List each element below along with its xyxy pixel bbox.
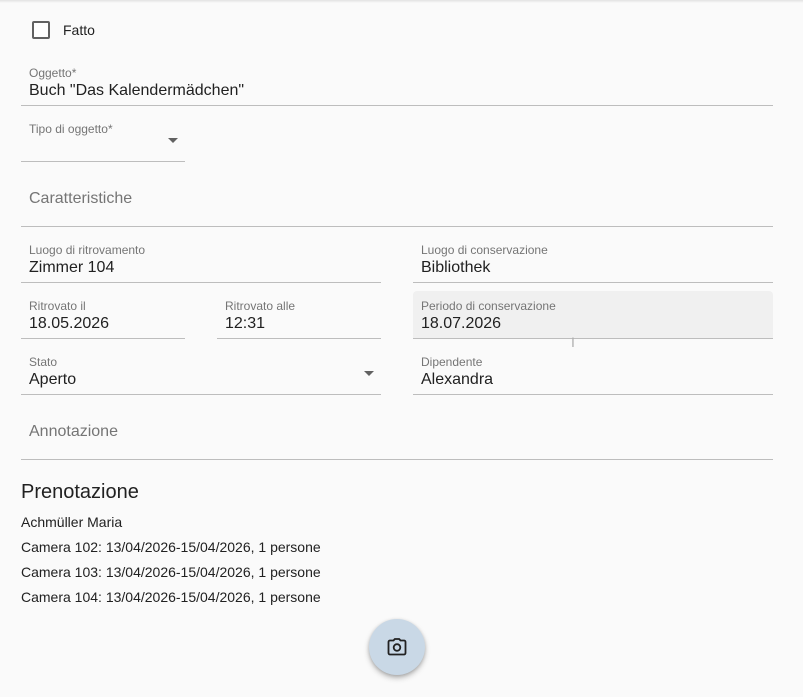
found-location-label: Luogo di ritrovamento	[29, 243, 146, 257]
storage-location-label: Luogo di conservazione	[421, 243, 548, 257]
object-value: Buch "Das Kalendermädchen"	[29, 82, 245, 99]
status-value: Aperto	[29, 371, 77, 388]
note-field[interactable]: Annotazione	[21, 407, 773, 460]
employee-value: Alexandra	[421, 371, 494, 388]
storage-period-value: 18.07.2026	[421, 315, 502, 332]
chevron-down-icon	[364, 371, 374, 376]
camera-icon	[387, 638, 407, 656]
storage-location-value: Bibliothek	[421, 259, 491, 276]
lost-item-form-page: Fatto Oggetto* Buch "Das Kalendermädchen…	[0, 0, 803, 697]
top-shadow	[0, 0, 803, 3]
done-checkbox-row[interactable]: Fatto	[32, 21, 95, 39]
storage-location-field[interactable]: Luogo di conservazione Bibliothek	[413, 239, 773, 283]
booking-room-line: Camera 104: 13/04/2026-15/04/2026, 1 per…	[21, 589, 321, 605]
done-checkbox[interactable]	[32, 21, 50, 39]
found-date-field[interactable]: Ritrovato il 18.05.2026	[21, 295, 185, 339]
found-location-value: Zimmer 104	[29, 259, 115, 276]
found-date-label: Ritrovato il	[29, 299, 86, 313]
status-label: Stato	[29, 355, 58, 369]
found-time-value: 12:31	[225, 315, 266, 332]
chevron-down-icon	[168, 138, 178, 143]
object-label: Oggetto*	[29, 66, 77, 80]
found-date-value: 18.05.2026	[29, 315, 110, 332]
storage-period-label: Periodo di conservazione	[421, 299, 556, 313]
camera-button[interactable]	[369, 619, 425, 675]
features-placeholder: Caratteristiche	[29, 190, 133, 207]
object-type-label: Tipo di oggetto*	[29, 122, 113, 136]
found-time-label: Ritrovato alle	[225, 299, 296, 313]
booking-room-line: Camera 103: 13/04/2026-15/04/2026, 1 per…	[21, 564, 321, 580]
found-location-field[interactable]: Luogo di ritrovamento Zimmer 104	[21, 239, 381, 283]
found-time-field[interactable]: Ritrovato alle 12:31	[217, 295, 381, 339]
status-select[interactable]: Stato Aperto	[21, 351, 381, 395]
storage-period-field[interactable]: Periodo di conservazione 18.07.2026	[413, 291, 773, 339]
booking-guest: Achmüller Maria	[21, 514, 123, 530]
done-checkbox-label: Fatto	[63, 22, 95, 38]
employee-field[interactable]: Dipendente Alexandra	[413, 351, 773, 395]
text-cursor-icon: I	[571, 334, 575, 350]
object-type-select[interactable]: Tipo di oggetto*	[21, 118, 185, 162]
features-field[interactable]: Caratteristiche	[21, 174, 773, 227]
employee-label: Dipendente	[421, 355, 483, 369]
object-field[interactable]: Oggetto* Buch "Das Kalendermädchen"	[21, 62, 773, 106]
note-placeholder: Annotazione	[29, 423, 118, 440]
booking-title: Prenotazione	[21, 481, 139, 503]
booking-room-line: Camera 102: 13/04/2026-15/04/2026, 1 per…	[21, 539, 321, 555]
